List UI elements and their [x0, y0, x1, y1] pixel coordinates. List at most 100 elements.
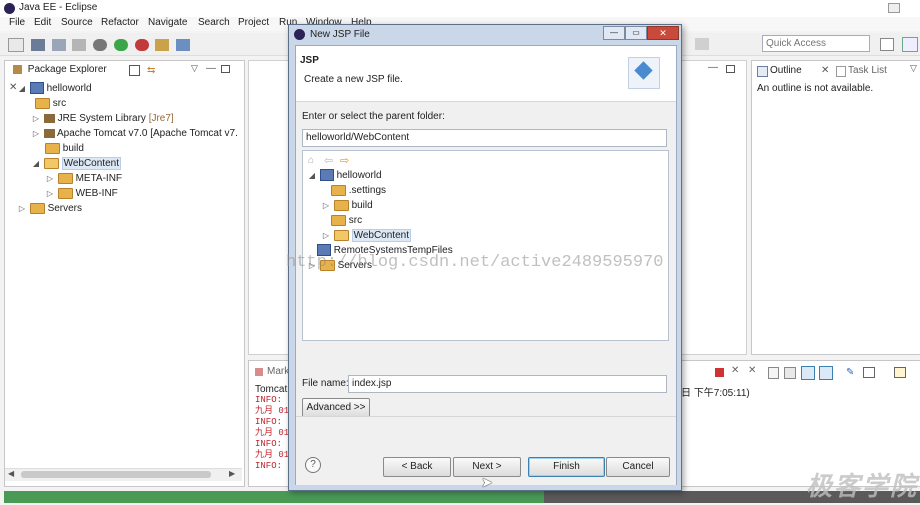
back-arrow-icon[interactable]: ⇦: [324, 154, 333, 167]
dialog-tree-helloworld[interactable]: ◢ helloworld: [307, 168, 662, 183]
tree-item-helloworld[interactable]: ◢ helloworld: [17, 81, 242, 96]
clear-console-icon[interactable]: [768, 367, 779, 379]
menu-search[interactable]: Search: [198, 17, 230, 28]
link-editor-icon[interactable]: ⇆: [147, 65, 155, 76]
parent-folder-input[interactable]: helloworld/WebContent: [302, 129, 667, 147]
tree-item-src[interactable]: src: [17, 96, 242, 111]
advanced-button[interactable]: Advanced >>: [302, 398, 370, 418]
show-on-output-icon[interactable]: [819, 366, 833, 380]
tree-item-tomcat[interactable]: ▷ Apache Tomcat v7.0 [Apache Tomcat v7.: [17, 126, 242, 141]
progress-fill: [4, 491, 545, 503]
file-name-input[interactable]: index.jsp: [348, 375, 667, 393]
dialog-tree-build[interactable]: ▷ build: [307, 198, 662, 213]
outline-icon: [757, 66, 768, 77]
open-type-icon[interactable]: [155, 39, 170, 51]
search-icon[interactable]: [176, 39, 191, 51]
package-icon: [13, 64, 22, 74]
collapsed-arrow-icon[interactable]: ▷: [31, 111, 41, 126]
collapsed-arrow-icon[interactable]: ▷: [17, 201, 27, 216]
scroll-right-icon[interactable]: ▶: [229, 469, 235, 478]
folder-tree[interactable]: ⌂ ⇦ ⇨ ◢ helloworld .settings ▷ build src…: [302, 150, 669, 341]
java-ee-perspective-icon[interactable]: [902, 37, 918, 52]
remove-all-icon[interactable]: ✕: [748, 365, 756, 376]
library-icon: [43, 128, 55, 138]
dialog-tree-webcontent[interactable]: ▷ WebContent: [307, 228, 662, 243]
dialog-close-button[interactable]: ✕: [647, 26, 679, 40]
remove-launch-icon[interactable]: ✕: [731, 365, 739, 376]
collapsed-arrow-icon[interactable]: ▷: [31, 126, 41, 141]
scroll-lock-icon[interactable]: [784, 367, 796, 379]
open-perspective-icon[interactable]: [880, 38, 894, 51]
help-icon[interactable]: ?: [305, 457, 321, 473]
display-console-icon[interactable]: [863, 367, 875, 378]
tree-item-meta-inf[interactable]: ▷ META-INF: [17, 171, 242, 186]
menu-file[interactable]: File: [9, 17, 25, 28]
project-icon: [319, 169, 334, 182]
view-menu-icon[interactable]: ▽: [191, 63, 198, 74]
horizontal-scrollbar[interactable]: ◀ ▶: [5, 468, 242, 481]
forward-arrow-icon[interactable]: ⇨: [340, 154, 349, 167]
markers-icon: [255, 368, 263, 376]
collapsed-arrow-icon[interactable]: ▷: [45, 171, 55, 186]
open-folder-icon: [333, 229, 349, 241]
minimize-view-icon[interactable]: —: [206, 63, 216, 74]
markers-tab[interactable]: Mark: [267, 366, 289, 377]
pin-console-icon[interactable]: ✎: [846, 367, 854, 378]
print-icon[interactable]: [72, 39, 87, 51]
perspective-icon[interactable]: [695, 38, 709, 50]
tree-item-servers[interactable]: ▷ Servers: [17, 201, 242, 216]
maximize-view-icon[interactable]: [726, 65, 735, 73]
scroll-thumb[interactable]: [21, 471, 211, 478]
terminate-icon[interactable]: [715, 368, 724, 377]
home-icon[interactable]: ⌂: [308, 155, 314, 166]
tree-item-web-inf[interactable]: ▷ WEB-INF: [17, 186, 242, 201]
expanded-arrow-icon[interactable]: ◢: [17, 81, 27, 96]
collapse-all-icon[interactable]: [129, 65, 140, 76]
finish-button[interactable]: Finish: [528, 457, 605, 477]
dialog-minimize-button[interactable]: —: [603, 26, 625, 40]
word-wrap-icon[interactable]: [801, 366, 815, 380]
tree-item-jre[interactable]: ▷ JRE System Library [Jre7]: [17, 111, 242, 126]
minimize-view-icon[interactable]: —: [708, 62, 718, 73]
menu-source[interactable]: Source: [61, 17, 93, 28]
collapsed-arrow-icon[interactable]: ▷: [321, 198, 331, 213]
cancel-button[interactable]: Cancel: [606, 457, 670, 477]
new-icon[interactable]: [8, 38, 24, 52]
minimize-button[interactable]: [888, 3, 900, 13]
menu-refactor[interactable]: Refactor: [101, 17, 139, 28]
maximize-view-icon[interactable]: [221, 65, 230, 73]
project-icon: [29, 82, 44, 95]
collapsed-arrow-icon[interactable]: ▷: [45, 186, 55, 201]
library-icon: [43, 113, 55, 123]
run-icon[interactable]: [113, 39, 128, 51]
tree-item-build[interactable]: build: [17, 141, 242, 156]
dialog-maximize-button[interactable]: ▭: [625, 26, 647, 40]
collapsed-arrow-icon[interactable]: ▷: [307, 258, 317, 273]
outline-tab[interactable]: Outline: [770, 65, 802, 76]
save-icon[interactable]: [30, 39, 45, 51]
expanded-arrow-icon[interactable]: ◢: [307, 168, 317, 183]
settings-gear-icon[interactable]: [93, 39, 108, 51]
scroll-left-icon[interactable]: ◀: [8, 469, 14, 478]
close-icon[interactable]: ✕: [821, 65, 829, 76]
tree-item-webcontent[interactable]: ◢ WebContent: [17, 156, 242, 171]
menu-project[interactable]: Project: [238, 17, 269, 28]
dialog-tree-remotesystems[interactable]: RemoteSystemsTempFiles: [307, 243, 662, 258]
back-button[interactable]: < Back: [383, 457, 451, 477]
task-list-tab[interactable]: Task List: [838, 65, 887, 76]
console-header-time: 日 下午7:05:11): [681, 388, 750, 399]
dialog-tree-servers[interactable]: ▷ Servers: [307, 258, 662, 273]
view-menu-icon[interactable]: ▽: [910, 63, 917, 74]
collapsed-arrow-icon[interactable]: ▷: [321, 228, 331, 243]
quick-access-input[interactable]: [762, 35, 870, 52]
dialog-tree-src[interactable]: src: [307, 213, 662, 228]
dialog-client: JSP Create a new JSP file. Enter or sele…: [295, 45, 677, 485]
menu-edit[interactable]: Edit: [34, 17, 51, 28]
menu-navigate[interactable]: Navigate: [148, 17, 187, 28]
expanded-arrow-icon[interactable]: ◢: [31, 156, 41, 171]
package-explorer-tab[interactable]: Package Explorer ✕: [5, 61, 115, 93]
open-console-icon[interactable]: [894, 367, 906, 378]
save-all-icon[interactable]: [51, 39, 66, 51]
debug-icon[interactable]: [134, 39, 149, 51]
dialog-tree-settings[interactable]: .settings: [307, 183, 662, 198]
